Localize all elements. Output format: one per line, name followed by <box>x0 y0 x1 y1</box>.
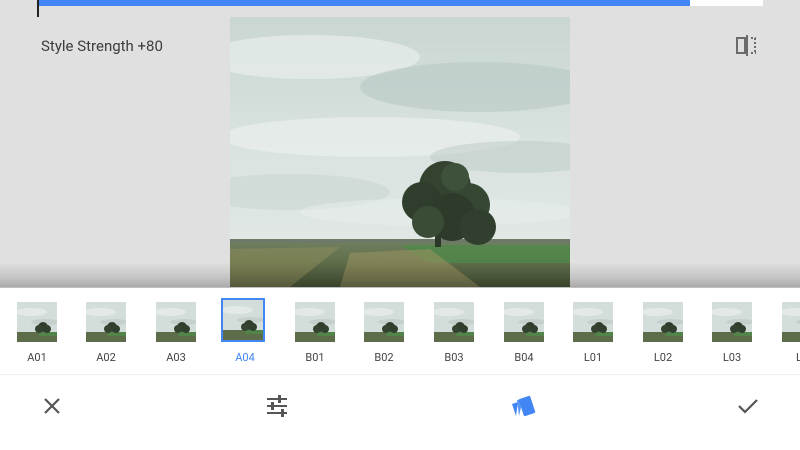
filter-label: B01 <box>305 351 325 364</box>
filter-thumbnail <box>84 300 128 344</box>
edited-photo <box>230 17 570 287</box>
style-strength-label: Style Strength +80 <box>41 37 163 55</box>
filter-label: L01 <box>583 351 603 364</box>
filter-thumbnail <box>15 300 59 344</box>
tune-sliders-icon[interactable] <box>263 392 291 420</box>
filter-style-l01[interactable]: L01 <box>571 300 623 374</box>
filter-style-l03[interactable]: L03 <box>710 300 762 374</box>
filter-label: B03 <box>444 351 464 364</box>
close-icon[interactable] <box>38 392 66 420</box>
filter-label: L03 <box>722 351 742 364</box>
filter-style-a02[interactable]: A02 <box>84 300 136 374</box>
compare-split-icon[interactable] <box>733 33 759 59</box>
filter-thumbnail <box>221 298 265 342</box>
preview-shadow <box>0 262 800 290</box>
style-strength-slider[interactable] <box>37 0 763 6</box>
style-filter-strip[interactable]: A01 A02 A03 A04 B01 B02 B03 B04 L01 L02 L03 L0 <box>0 288 800 374</box>
style-strength-slider-handle[interactable] <box>37 0 39 17</box>
filter-label: A04 <box>235 351 255 364</box>
filter-label: L0 <box>795 351 800 364</box>
style-strength-slider-fill <box>37 0 691 6</box>
filter-thumbnail <box>502 300 546 344</box>
filter-thumbnail <box>362 300 406 344</box>
filter-style-l0[interactable]: L0 <box>780 300 800 374</box>
filter-thumbnail <box>571 300 615 344</box>
filter-label: L02 <box>653 351 673 364</box>
filter-thumbnail <box>154 300 198 344</box>
filter-thumbnail <box>293 300 337 344</box>
style-swatches-icon[interactable] <box>509 392 537 420</box>
filter-thumbnail <box>432 300 476 344</box>
filter-label: B04 <box>514 351 534 364</box>
filter-style-a03[interactable]: A03 <box>154 300 206 374</box>
filter-label: B02 <box>374 351 394 364</box>
filter-thumbnail <box>641 300 685 344</box>
filter-label: A01 <box>27 351 47 364</box>
filter-style-b03[interactable]: B03 <box>432 300 484 374</box>
filter-label: A02 <box>96 351 116 364</box>
filter-thumbnail <box>780 300 800 344</box>
filter-style-a01[interactable]: A01 <box>15 300 67 374</box>
check-icon[interactable] <box>734 392 762 420</box>
filter-thumbnail <box>710 300 754 344</box>
filter-style-l02[interactable]: L02 <box>641 300 693 374</box>
filter-style-b02[interactable]: B02 <box>362 300 414 374</box>
filter-style-b01[interactable]: B01 <box>293 300 345 374</box>
filter-label: A03 <box>166 351 186 364</box>
bottom-toolbar <box>0 375 800 450</box>
image-preview-area: Style Strength +80 <box>0 0 800 287</box>
filter-style-a04[interactable]: A04 <box>221 298 275 374</box>
filter-style-b04[interactable]: B04 <box>502 300 554 374</box>
